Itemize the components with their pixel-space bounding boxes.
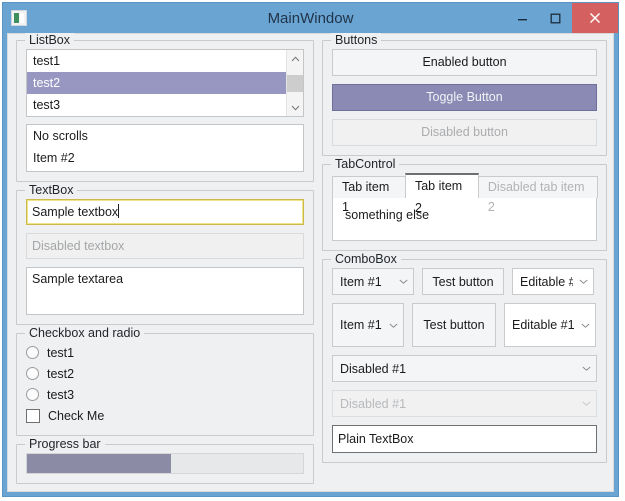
progress-group: Progress bar xyxy=(16,437,314,484)
listbox-group: ListBox test1 test2 test3 No scrolls Ite… xyxy=(16,33,314,182)
checkbox-label: Check Me xyxy=(48,408,105,423)
title-bar: MainWindow xyxy=(3,3,618,33)
left-column: ListBox test1 test2 test3 No scrolls Ite… xyxy=(16,33,314,485)
toggle-button[interactable]: Toggle Button xyxy=(332,84,597,111)
chevron-up-icon[interactable] xyxy=(287,50,303,67)
listbox-group-label: ListBox xyxy=(25,33,74,47)
disabled-textbox: Disabled textbox xyxy=(26,233,304,259)
scrollbar-thumb[interactable] xyxy=(287,75,303,92)
radio-icon[interactable] xyxy=(26,388,39,401)
combo-value: Item #1 xyxy=(340,318,382,332)
listbox-items: test1 test2 test3 xyxy=(27,50,286,116)
radio-icon[interactable] xyxy=(26,346,39,359)
chevron-down-icon xyxy=(582,399,591,408)
maximize-button[interactable] xyxy=(539,3,572,33)
right-column: Buttons Enabled button Toggle Button Dis… xyxy=(322,33,607,485)
chevron-down-icon[interactable] xyxy=(287,99,303,116)
list-item[interactable]: test3 xyxy=(27,94,286,116)
main-window: MainWindow ListBox test1 test2 test3 No … xyxy=(2,2,619,497)
tab-item-2[interactable]: Tab item 2 xyxy=(404,173,479,215)
maximize-icon xyxy=(550,13,561,23)
tab-panel: something else xyxy=(332,197,597,241)
sample-textbox[interactable]: Sample textbox xyxy=(26,199,304,225)
chevron-down-icon[interactable] xyxy=(399,277,408,286)
tabcontrol-group-label: TabControl xyxy=(331,157,400,171)
disabled-button: Disabled button xyxy=(332,119,597,146)
tabcontrol-group: TabControl Tab item 1 Tab item 2 Disable… xyxy=(322,157,607,251)
plain-listbox[interactable]: No scrolls Item #2 xyxy=(26,124,304,172)
minimize-icon xyxy=(518,18,527,20)
plain-listbox-items: No scrolls Item #2 xyxy=(27,125,303,171)
combobox-group: ComboBox Item #1 Test button Editable #1 xyxy=(322,252,607,463)
sample-textarea[interactable]: Sample textarea xyxy=(26,267,304,315)
checkbox-radio-group-label: Checkbox and radio xyxy=(25,326,145,340)
list-item[interactable]: No scrolls xyxy=(27,125,303,147)
progress-bar xyxy=(26,453,304,474)
text-caret xyxy=(118,204,120,218)
enabled-button[interactable]: Enabled button xyxy=(332,49,597,76)
tab-item-1[interactable]: Tab item 1 xyxy=(332,176,406,214)
list-item[interactable]: test1 xyxy=(27,50,286,72)
disabled-combo: Disabled #1 xyxy=(332,390,597,417)
close-icon xyxy=(589,12,601,24)
combo-value: Disabled #1 xyxy=(340,361,407,376)
scrollbar-track[interactable] xyxy=(287,67,303,99)
progress-bar-fill xyxy=(27,454,171,473)
combo-row-1: Item #1 Test button Editable #1 xyxy=(332,268,597,295)
window-controls xyxy=(506,3,618,33)
listbox-scrollbar[interactable] xyxy=(286,50,303,116)
client-area: ListBox test1 test2 test3 No scrolls Ite… xyxy=(7,33,614,492)
radio-icon[interactable] xyxy=(26,367,39,380)
buttons-group-label: Buttons xyxy=(331,33,382,47)
progress-group-label: Progress bar xyxy=(25,437,105,451)
chevron-down-icon[interactable] xyxy=(581,321,590,330)
combobox-group-label: ComboBox xyxy=(331,252,401,266)
plain-textbox[interactable]: Plain TextBox xyxy=(332,425,597,453)
textbox-group-label: TextBox xyxy=(25,183,78,197)
combo-value[interactable]: Editable #1 xyxy=(512,318,575,332)
test-button-2[interactable]: Test button xyxy=(412,303,496,347)
tab-item-disabled: Disabled tab item 2 xyxy=(477,176,599,214)
test-button-1[interactable]: Test button xyxy=(422,268,504,295)
list-item[interactable]: Item #2 xyxy=(27,147,303,169)
combo-value: Disabled #1 xyxy=(340,396,407,411)
sample-textbox-value: Sample textbox xyxy=(32,205,119,219)
list-item[interactable]: test2 xyxy=(27,72,286,94)
radio-row-test3[interactable]: test3 xyxy=(26,384,304,405)
chevron-down-icon[interactable] xyxy=(579,277,588,286)
checkbox-radio-group: Checkbox and radio test1 test2 test3 Che… xyxy=(16,326,314,436)
close-button[interactable] xyxy=(572,3,618,33)
combo-row-2: Item #1 Test button Editable #1 xyxy=(332,303,597,347)
radio-label: test3 xyxy=(47,387,75,402)
combo-value[interactable]: Editable #1 xyxy=(520,275,573,289)
radio-label: test1 xyxy=(47,345,75,360)
chevron-down-icon[interactable] xyxy=(582,364,591,373)
buttons-group: Buttons Enabled button Toggle Button Dis… xyxy=(322,33,607,156)
scrolling-listbox[interactable]: test1 test2 test3 xyxy=(26,49,304,117)
chevron-down-icon[interactable] xyxy=(389,321,398,330)
combo-item-2[interactable]: Item #1 xyxy=(332,303,404,347)
minimize-button[interactable] xyxy=(506,3,539,33)
radio-row-test2[interactable]: test2 xyxy=(26,363,304,384)
checkbox-icon[interactable] xyxy=(26,408,40,423)
tab-strip: Tab item 1 Tab item 2 Disabled tab item … xyxy=(332,173,599,215)
radio-row-test1[interactable]: test1 xyxy=(26,342,304,363)
textbox-group: TextBox Sample textbox Disabled textbox … xyxy=(16,183,314,325)
combo-value: Item #1 xyxy=(340,274,382,289)
checkbox-row-check-me[interactable]: Check Me xyxy=(26,405,304,426)
combo-item-1[interactable]: Item #1 xyxy=(332,268,414,295)
editable-combo-1[interactable]: Editable #1 xyxy=(512,268,594,295)
disabled-look-combo[interactable]: Disabled #1 xyxy=(332,355,597,382)
radio-label: test2 xyxy=(47,366,75,381)
app-icon xyxy=(11,10,27,26)
editable-combo-2[interactable]: Editable #1 xyxy=(504,303,596,347)
